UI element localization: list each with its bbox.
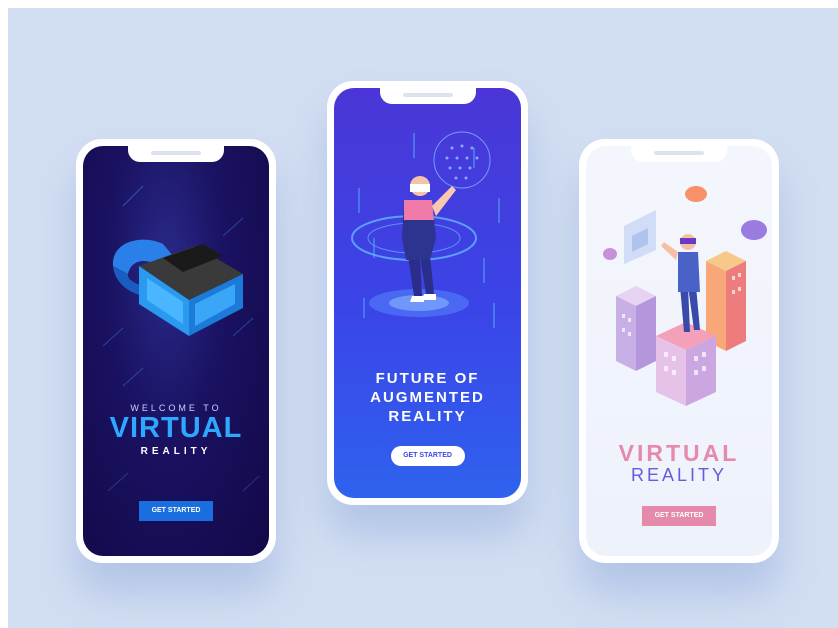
future-title-line-2: AUGMENTED bbox=[370, 389, 485, 406]
vr-headset-icon bbox=[102, 185, 260, 492]
phone-notch bbox=[379, 88, 476, 104]
get-started-button[interactable]: GET STARTED bbox=[139, 501, 213, 521]
phone-augmented-screen: FUTURE OF AUGMENTED REALITY GET STARTED bbox=[334, 88, 521, 498]
person-with-hologram-icon bbox=[351, 131, 500, 328]
speaker-grille bbox=[402, 93, 453, 97]
phone-notch bbox=[631, 146, 727, 162]
future-title-line-3: REALITY bbox=[388, 408, 467, 425]
phone-virtual-reality: VIRTUAL REALITY GET STARTED bbox=[579, 139, 779, 563]
phone-welcome: WELCOME TO VIRTUAL REALITY GET STARTED bbox=[76, 139, 276, 563]
reality-subtitle: REALITY bbox=[140, 446, 212, 457]
reality-subtitle: REALITY bbox=[630, 465, 728, 485]
phone-augmented: FUTURE OF AUGMENTED REALITY GET STARTED bbox=[327, 81, 528, 505]
speaker-grille bbox=[654, 151, 704, 155]
get-started-button[interactable]: GET STARTED bbox=[390, 446, 465, 466]
phone-welcome-screen: WELCOME TO VIRTUAL REALITY GET STARTED bbox=[83, 146, 269, 556]
phone-notch bbox=[128, 146, 224, 162]
future-title-line-1: FUTURE OF bbox=[375, 370, 480, 387]
speaker-grille bbox=[151, 151, 201, 155]
showcase-background: WELCOME TO VIRTUAL REALITY GET STARTED F… bbox=[8, 8, 838, 628]
virtual-title: VIRTUAL bbox=[618, 440, 740, 466]
person-on-buildings-icon bbox=[603, 186, 767, 406]
virtual-title: VIRTUAL bbox=[109, 412, 243, 444]
phone-virtual-reality-screen: VIRTUAL REALITY GET STARTED bbox=[586, 146, 772, 556]
get-started-button[interactable]: GET STARTED bbox=[642, 506, 716, 526]
